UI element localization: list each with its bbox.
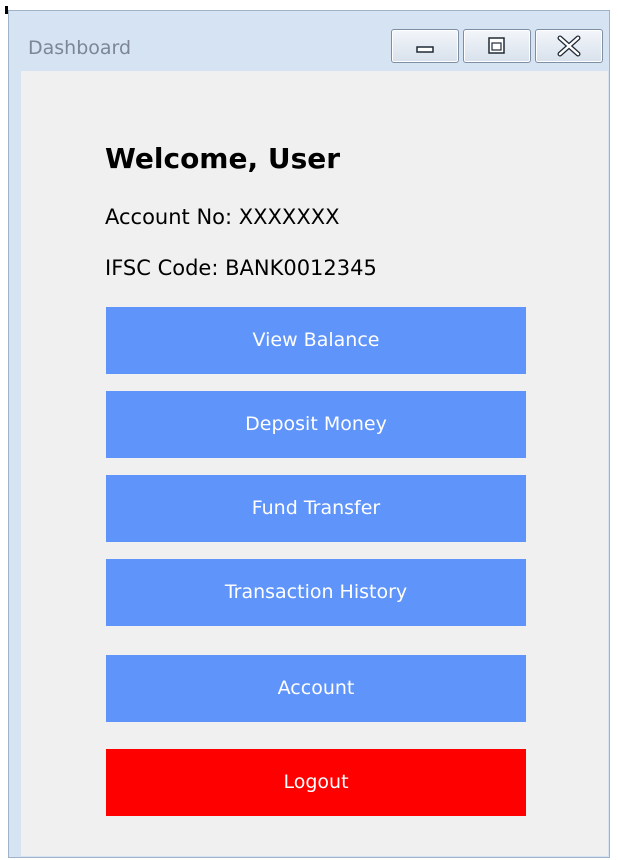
account-button[interactable]: Account bbox=[106, 655, 526, 722]
logout-button[interactable]: Logout bbox=[106, 749, 526, 816]
maximize-button[interactable] bbox=[463, 29, 531, 63]
maximize-icon bbox=[488, 37, 505, 54]
view-balance-button[interactable]: View Balance bbox=[106, 307, 526, 374]
close-icon bbox=[557, 35, 581, 57]
transaction-history-button[interactable]: Transaction History bbox=[106, 559, 526, 626]
window-title: Dashboard bbox=[28, 37, 132, 59]
welcome-heading: Welcome, User bbox=[105, 142, 341, 175]
dashboard-content: Welcome, User Account No: XXXXXXX IFSC C… bbox=[21, 71, 608, 856]
deposit-money-button[interactable]: Deposit Money bbox=[106, 391, 526, 458]
fund-transfer-button[interactable]: Fund Transfer bbox=[106, 475, 526, 542]
ifsc-code-label: IFSC Code: BANK0012345 bbox=[105, 256, 377, 280]
dashboard-window: Dashboard Welcome, User Account No: XXXX… bbox=[8, 10, 610, 858]
minimize-icon bbox=[416, 46, 434, 53]
minimize-button[interactable] bbox=[391, 29, 459, 63]
title-bar[interactable]: Dashboard bbox=[9, 11, 609, 71]
account-number-label: Account No: XXXXXXX bbox=[105, 205, 340, 229]
close-button[interactable] bbox=[535, 29, 603, 63]
